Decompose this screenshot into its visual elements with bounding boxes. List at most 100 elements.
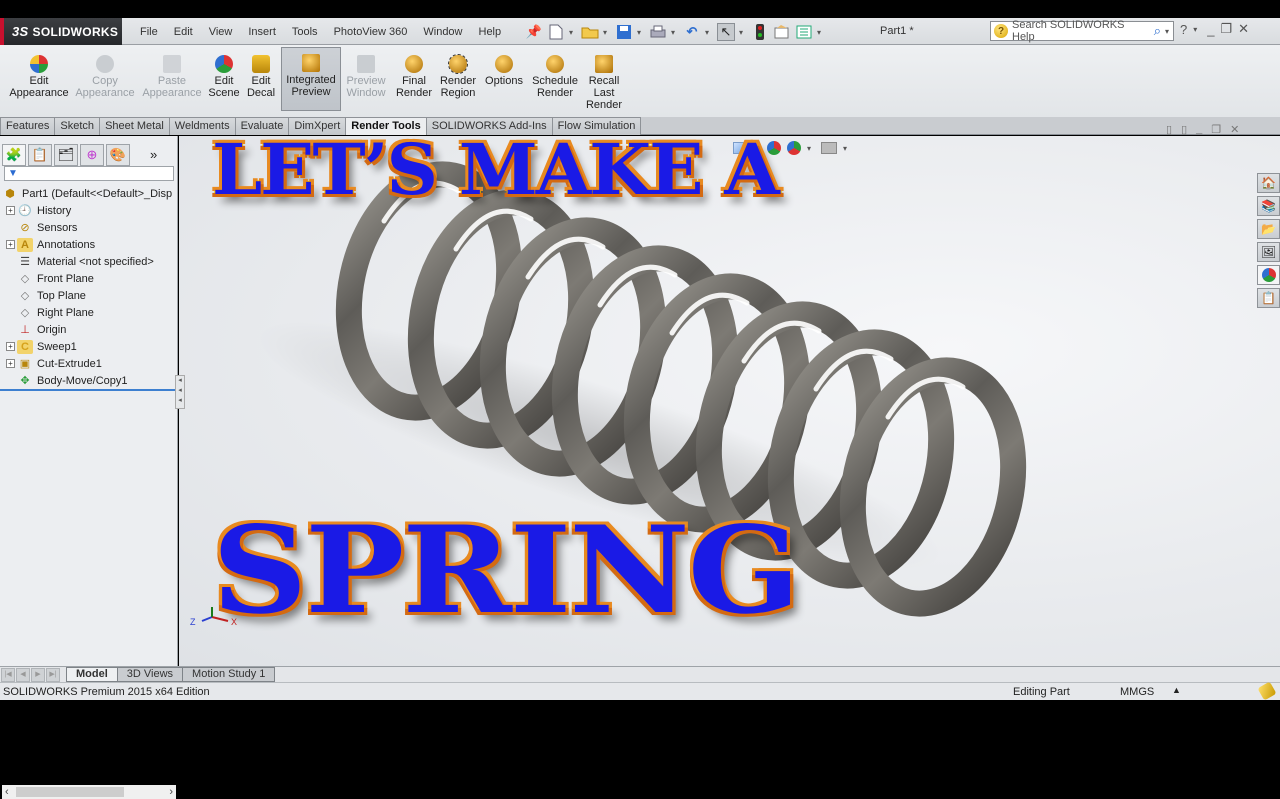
copy-appearance-button[interactable]: Copy Appearance bbox=[74, 49, 136, 99]
select-arrow-icon[interactable]: ↖ bbox=[717, 23, 735, 41]
restore-icon[interactable]: ❐ bbox=[1220, 21, 1232, 37]
help-search-input[interactable]: ? Search SOLIDWORKS Help ⌕ ▾ bbox=[990, 19, 1174, 43]
options-button[interactable]: Options bbox=[483, 49, 525, 87]
tab-motion-study-1[interactable]: Motion Study 1 bbox=[182, 667, 276, 682]
new-dropdown-icon[interactable]: ▾ bbox=[569, 28, 577, 37]
menu-window[interactable]: Window bbox=[415, 26, 470, 38]
expand-icon[interactable]: + bbox=[6, 359, 15, 368]
menu-tools[interactable]: Tools bbox=[284, 26, 326, 38]
rebuild-traffic-light-icon[interactable] bbox=[751, 23, 769, 41]
appearances-scenes-icon[interactable] bbox=[1257, 265, 1280, 285]
undo-dropdown-icon[interactable]: ▾ bbox=[705, 28, 713, 37]
split-horizontal-icon[interactable]: ▯ bbox=[1181, 123, 1187, 136]
expand-icon[interactable]: + bbox=[6, 342, 15, 351]
display-manager-tab-icon[interactable]: 🎨 bbox=[106, 144, 130, 166]
schedule-render-button[interactable]: Schedule Render bbox=[531, 49, 579, 99]
search-icon[interactable]: ⌕ bbox=[1154, 23, 1161, 39]
scroll-thumb[interactable] bbox=[16, 787, 124, 797]
last-tab-icon[interactable]: ▶| bbox=[46, 667, 60, 682]
rollback-bar[interactable] bbox=[0, 389, 176, 391]
edit-scene-button[interactable]: Edit Scene bbox=[208, 49, 240, 99]
save-icon[interactable] bbox=[615, 23, 633, 41]
viewport-minimize-icon[interactable]: _ bbox=[1196, 123, 1202, 136]
tab-sheet-metal[interactable]: Sheet Metal bbox=[99, 117, 170, 135]
close-icon[interactable]: ✕ bbox=[1238, 21, 1249, 37]
menu-photoview-360[interactable]: PhotoView 360 bbox=[326, 26, 416, 38]
save-dropdown-icon[interactable]: ▾ bbox=[637, 28, 645, 37]
tree-item-right-plane[interactable]: ◇ Right Plane bbox=[2, 304, 178, 321]
help-dropdown-icon[interactable]: ▾ bbox=[1193, 25, 1201, 34]
panel-horizontal-scrollbar[interactable]: ‹ › bbox=[2, 785, 176, 799]
tree-item-front-plane[interactable]: ◇ Front Plane bbox=[2, 270, 178, 287]
print-dropdown-icon[interactable]: ▾ bbox=[671, 28, 679, 37]
viewport-close-icon[interactable]: ✕ bbox=[1230, 123, 1239, 136]
tree-item-sensors[interactable]: ⊘ Sensors bbox=[2, 219, 178, 236]
open-folder-icon[interactable] bbox=[581, 23, 599, 41]
integrated-preview-button[interactable]: Integrated Preview bbox=[281, 47, 341, 111]
tree-item-top-plane[interactable]: ◇ Top Plane bbox=[2, 287, 178, 304]
expand-icon[interactable]: + bbox=[6, 206, 15, 215]
pushpin-icon[interactable]: 📌 bbox=[525, 23, 543, 41]
view-palette-icon[interactable]: 🖼 bbox=[1257, 242, 1280, 262]
recall-last-render-button[interactable]: Recall Last Render bbox=[585, 49, 623, 111]
tab-sketch[interactable]: Sketch bbox=[54, 117, 101, 135]
search-dropdown-icon[interactable]: ▾ bbox=[1165, 27, 1173, 36]
configuration-manager-tab-icon[interactable]: 🗂 bbox=[54, 144, 78, 166]
render-region-button[interactable]: Render Region bbox=[437, 49, 479, 99]
tag-icon[interactable] bbox=[1257, 681, 1277, 701]
tree-item-history[interactable]: + 🕘 History bbox=[2, 202, 178, 219]
file-explorer-icon[interactable]: 📂 bbox=[1257, 219, 1280, 239]
menu-edit[interactable]: Edit bbox=[166, 26, 201, 38]
next-tab-icon[interactable]: ▶ bbox=[31, 667, 45, 682]
prev-tab-icon[interactable]: ◀ bbox=[16, 667, 30, 682]
solidworks-logo[interactable]: 3S SOLIDWORKS bbox=[0, 18, 122, 45]
tab-3d-views[interactable]: 3D Views bbox=[116, 667, 184, 682]
menu-file[interactable]: File bbox=[132, 26, 166, 38]
expand-tabs-icon[interactable]: » bbox=[150, 144, 157, 166]
viewport-restore-icon[interactable]: ❐ bbox=[1211, 123, 1221, 136]
tree-item-annotations[interactable]: + A Annotations bbox=[2, 236, 178, 253]
open-dropdown-icon[interactable]: ▾ bbox=[603, 28, 611, 37]
options-list-icon[interactable] bbox=[795, 23, 813, 41]
menu-help[interactable]: Help bbox=[471, 26, 510, 38]
menu-view[interactable]: View bbox=[201, 26, 241, 38]
tab-model[interactable]: Model bbox=[66, 667, 118, 682]
options-dropdown-icon[interactable]: ▾ bbox=[817, 28, 825, 37]
tree-root-part1[interactable]: ⬢ Part1 (Default<<Default>_Disp bbox=[2, 185, 178, 202]
custom-properties-icon[interactable]: 📋 bbox=[1257, 288, 1280, 308]
tree-item-sweep1[interactable]: + C Sweep1 bbox=[2, 338, 178, 355]
minimize-icon[interactable]: _ bbox=[1207, 22, 1214, 37]
property-manager-tab-icon[interactable]: 📋 bbox=[28, 144, 52, 166]
select-dropdown-icon[interactable]: ▾ bbox=[739, 28, 747, 37]
menu-insert[interactable]: Insert bbox=[240, 26, 284, 38]
file-properties-icon[interactable] bbox=[773, 23, 791, 41]
new-document-icon[interactable] bbox=[547, 23, 565, 41]
first-tab-icon[interactable]: |◀ bbox=[1, 667, 15, 682]
edit-appearance-button[interactable]: Edit Appearance bbox=[8, 49, 70, 99]
view-settings-icon[interactable] bbox=[821, 142, 837, 154]
design-library-icon[interactable]: 📚 bbox=[1257, 196, 1280, 216]
tab-features[interactable]: Features bbox=[0, 117, 56, 135]
tree-item-material-not-specified[interactable]: ☰ Material <not specified> bbox=[2, 253, 178, 270]
solidworks-resources-icon[interactable]: 🏠 bbox=[1257, 173, 1280, 193]
scroll-left-icon[interactable]: ‹ bbox=[5, 786, 9, 798]
help-icon[interactable]: ? bbox=[1180, 22, 1187, 37]
view-settings-dropdown-icon[interactable]: ▾ bbox=[843, 144, 851, 153]
feature-tree-filter-input[interactable]: ▼ bbox=[4, 166, 174, 181]
tree-item-origin[interactable]: ⊥ Origin bbox=[2, 321, 178, 338]
final-render-button[interactable]: Final Render bbox=[394, 49, 434, 99]
dimxpert-manager-tab-icon[interactable]: ⊕ bbox=[80, 144, 104, 166]
units-dropdown-icon[interactable]: ▲ bbox=[1172, 685, 1181, 695]
tree-item-body-move-copy1[interactable]: ✥ Body-Move/Copy1 bbox=[2, 372, 178, 389]
scene-icon[interactable] bbox=[787, 141, 801, 155]
preview-window-button[interactable]: Preview Window bbox=[344, 49, 388, 99]
feature-manager-tab-icon[interactable]: 🧩 bbox=[2, 144, 26, 166]
panel-collapse-handle[interactable]: ◂ ◂ ◂ bbox=[175, 375, 185, 409]
edit-decal-button[interactable]: Edit Decal bbox=[245, 49, 277, 99]
expand-icon[interactable]: + bbox=[6, 240, 15, 249]
print-icon[interactable] bbox=[649, 23, 667, 41]
scroll-right-icon[interactable]: › bbox=[169, 786, 173, 798]
undo-icon[interactable]: ↶ bbox=[683, 23, 701, 41]
units-label[interactable]: MMGS bbox=[1120, 686, 1154, 698]
tree-item-cut-extrude1[interactable]: + ▣ Cut-Extrude1 bbox=[2, 355, 178, 372]
